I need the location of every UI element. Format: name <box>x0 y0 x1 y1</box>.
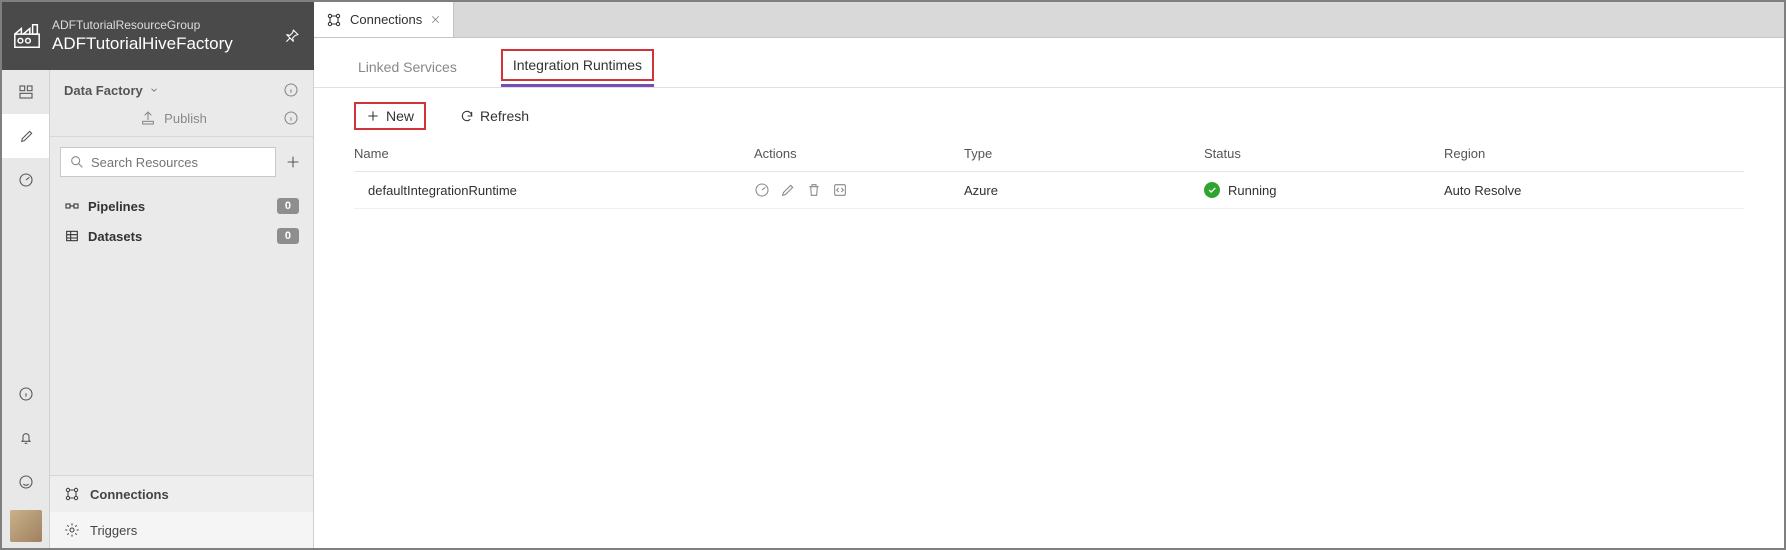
smile-icon <box>18 474 34 490</box>
col-status: Status <box>1204 146 1444 161</box>
new-button[interactable]: New <box>354 102 426 130</box>
ir-toolbar: New Refresh <box>314 88 1784 140</box>
triggers-icon <box>64 522 80 538</box>
publish-row: Publish <box>50 106 313 137</box>
document-tab-label: Connections <box>350 12 422 27</box>
close-icon <box>430 14 441 25</box>
col-actions: Actions <box>754 146 964 161</box>
check-icon <box>1207 185 1217 195</box>
plus-icon <box>285 154 301 170</box>
add-resource-button[interactable] <box>282 148 303 176</box>
main-panel: Connections Linked Services Integration … <box>314 2 1784 548</box>
breadcrumb[interactable]: Data Factory <box>64 83 159 98</box>
plus-icon <box>366 109 380 123</box>
connections-icon <box>326 12 342 28</box>
rail-feedback[interactable] <box>2 460 49 504</box>
col-name: Name <box>354 146 754 161</box>
left-column: ADFTutorialResourceGroup ADFTutorialHive… <box>2 2 314 548</box>
document-tab-connections[interactable]: Connections <box>314 2 454 37</box>
refresh-icon <box>460 109 474 123</box>
bell-icon <box>18 430 34 446</box>
search-input[interactable] <box>91 155 267 170</box>
ir-grid: Name Actions Type Status Region defaultI… <box>314 140 1784 209</box>
close-tab-button[interactable] <box>430 14 441 25</box>
pipeline-icon <box>64 198 80 214</box>
edit-icon[interactable] <box>780 182 796 198</box>
cell-status: Running <box>1204 182 1444 198</box>
gauge-icon <box>18 172 34 188</box>
sidebar: Data Factory Publish <box>50 70 314 548</box>
resource-tree: Pipelines 0 Datasets 0 <box>50 185 313 257</box>
chevron-down-icon <box>149 85 159 95</box>
dashboard-icon <box>18 84 34 100</box>
info-icon <box>18 386 34 402</box>
rail-avatar[interactable] <box>10 510 42 542</box>
document-tabstrip: Connections <box>314 2 1784 38</box>
code-icon[interactable] <box>832 182 848 198</box>
cell-region: Auto Resolve <box>1444 183 1744 198</box>
factory-header: ADFTutorialResourceGroup ADFTutorialHive… <box>2 2 314 70</box>
tree-label: Datasets <box>88 229 142 244</box>
left-body: Data Factory Publish <box>2 70 314 548</box>
table-row: defaultIntegrationRuntime Azure Running … <box>354 172 1744 209</box>
col-type: Type <box>964 146 1204 161</box>
dataset-icon <box>64 228 80 244</box>
sidebar-item-triggers[interactable]: Triggers <box>50 512 313 548</box>
breadcrumb-label: Data Factory <box>64 83 143 98</box>
count-badge: 0 <box>277 228 299 244</box>
cell-actions <box>754 182 964 198</box>
col-region: Region <box>1444 146 1744 161</box>
publish-button[interactable]: Publish <box>140 110 207 126</box>
status-ok-badge <box>1204 182 1220 198</box>
search-box[interactable] <box>60 147 276 177</box>
connections-icon <box>64 486 80 502</box>
tree-datasets[interactable]: Datasets 0 <box>60 221 303 251</box>
sidebar-bottom: Connections Triggers <box>50 475 313 548</box>
grid-header: Name Actions Type Status Region <box>354 140 1744 172</box>
sidebar-item-connections[interactable]: Connections <box>50 476 313 512</box>
factory-name-label: ADFTutorialHiveFactory <box>52 33 233 54</box>
rail-notifications[interactable] <box>2 416 49 460</box>
count-badge: 0 <box>277 198 299 214</box>
factory-icon <box>12 21 42 51</box>
factory-titles: ADFTutorialResourceGroup ADFTutorialHive… <box>52 18 233 54</box>
nav-rail <box>2 70 50 548</box>
tree-pipelines[interactable]: Pipelines 0 <box>60 191 303 221</box>
app-root: ADFTutorialResourceGroup ADFTutorialHive… <box>0 0 1786 550</box>
sidebar-item-label: Connections <box>90 487 169 502</box>
search-row <box>50 137 313 185</box>
monitor-icon[interactable] <box>754 182 770 198</box>
info-icon[interactable] <box>283 82 299 98</box>
rail-monitor[interactable] <box>2 158 49 202</box>
refresh-button[interactable]: Refresh <box>450 104 539 128</box>
upload-icon <box>140 110 156 126</box>
publish-label: Publish <box>164 111 207 126</box>
cell-type: Azure <box>964 183 1204 198</box>
new-button-label: New <box>386 108 414 124</box>
pin-icon <box>284 28 300 44</box>
tab-linked-services[interactable]: Linked Services <box>354 59 461 87</box>
cell-name[interactable]: defaultIntegrationRuntime <box>354 183 754 198</box>
refresh-button-label: Refresh <box>480 108 529 124</box>
info-icon[interactable] <box>283 110 299 126</box>
breadcrumb-row: Data Factory <box>50 70 313 106</box>
rail-info[interactable] <box>2 372 49 416</box>
connection-subtabs: Linked Services Integration Runtimes <box>314 38 1784 88</box>
pencil-icon <box>19 128 35 144</box>
rail-author[interactable] <box>2 114 49 158</box>
tree-label: Pipelines <box>88 199 145 214</box>
tab-integration-runtimes[interactable]: Integration Runtimes <box>501 49 654 81</box>
pin-button[interactable] <box>284 28 300 44</box>
sidebar-item-label: Triggers <box>90 523 137 538</box>
rail-dashboard[interactable] <box>2 70 49 114</box>
status-text: Running <box>1228 183 1276 198</box>
delete-icon[interactable] <box>806 182 822 198</box>
search-icon <box>69 154 85 170</box>
resource-group-label: ADFTutorialResourceGroup <box>52 18 233 33</box>
